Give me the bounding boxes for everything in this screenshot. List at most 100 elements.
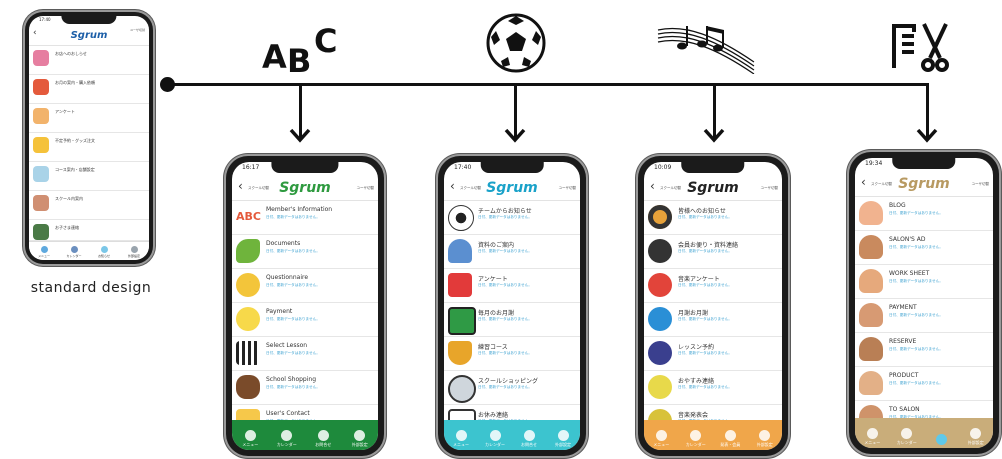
soccer-ball-icon xyxy=(448,205,474,231)
crocodile-icon xyxy=(236,239,260,263)
scissors-comb-icon xyxy=(892,23,949,72)
user-switch-label[interactable]: ユーザ切替 xyxy=(972,182,989,187)
status-time: 19:34 xyxy=(865,160,883,167)
player-icon xyxy=(448,239,472,263)
guitar-icon xyxy=(648,273,672,297)
tab-settings[interactable]: 外部設定 xyxy=(119,246,149,258)
list-item[interactable]: 月謝お月謝 日付、更新データはありません。 xyxy=(644,303,782,337)
list-item[interactable]: 皆様へのお知らせ 日付、更新データはありません。 xyxy=(644,201,782,235)
tab-menu[interactable]: メニュー xyxy=(644,430,679,448)
svg-text:C: C xyxy=(314,22,337,60)
user-switch-label[interactable]: ユーザ切替 xyxy=(357,186,374,191)
music-notes-icon xyxy=(657,26,755,74)
status-time: 17:40 xyxy=(454,164,472,171)
woman-blog-icon xyxy=(859,201,883,225)
whistle-icon xyxy=(448,375,476,403)
phone-abc: 16:17 ‹ スクール切替 Sgrum ユーザ切替 ABC Member's I… xyxy=(226,156,384,456)
chick-icon xyxy=(236,307,260,331)
list-item[interactable]: スクールショッピング 日付、更新データはありません。 xyxy=(444,371,580,405)
tab-recital[interactable]: 発表・会員 xyxy=(713,430,748,448)
abc-icon: A B C xyxy=(262,22,337,74)
tab-notice[interactable]: お知らせ xyxy=(89,246,119,258)
list-item[interactable]: レッスン予約 日付、更新データはありません。 xyxy=(644,337,782,371)
field-icon xyxy=(448,307,476,335)
school-icon xyxy=(33,195,49,211)
tab-center[interactable] xyxy=(924,434,959,446)
tab-settings[interactable]: 外部設定 xyxy=(959,428,994,446)
list-item[interactable]: 資料のご案内 日付、更新データはありません。 xyxy=(444,235,580,269)
list-item[interactable]: 会員お便り・資料連絡 日付、更新データはありません。 xyxy=(644,235,782,269)
bottom-tab-bar: メニュー カレンダー お問合せ 外部設定 xyxy=(232,420,378,450)
list-item[interactable]: スクール内案内 xyxy=(29,191,149,220)
phone-salon: 19:34 ‹ スクール切替 Sgrum ユーザ切替 BLOG 日付、更新データは… xyxy=(849,152,999,454)
trophy-icon xyxy=(448,341,472,365)
tab-calendar[interactable]: カレンダー xyxy=(679,430,714,448)
caption-standard-design: standard design xyxy=(30,280,152,296)
tab-menu[interactable]: メニュー xyxy=(855,428,890,446)
list-item[interactable]: お店へのおしらせ xyxy=(29,46,149,75)
list-item[interactable]: ABC Member's Information 日付、更新データはありません。 xyxy=(232,201,378,235)
list-item[interactable]: Payment 日付、更新データはありません。 xyxy=(232,303,378,337)
bottom-tab-bar: メニュー カレンダー お問合せ 外部設定 xyxy=(444,420,580,450)
tab-calendar[interactable]: カレンダー xyxy=(890,428,925,446)
tab-menu[interactable]: メニュー xyxy=(232,430,269,448)
list-item[interactable]: コース案内・店舗設定 xyxy=(29,162,149,191)
user-switch-label[interactable]: ユーザ切替 xyxy=(559,186,576,191)
list-item[interactable]: Select Lesson 日付、更新データはありません。 xyxy=(232,337,378,371)
soccer-ball-icon xyxy=(486,13,546,73)
list-item[interactable]: PAYMENT 日付、更新データはありません。 xyxy=(855,299,993,333)
list-item[interactable]: Documents 日付、更新データはありません。 xyxy=(232,235,378,269)
phone-standard: 17:40 ‹ Sgrum ユーザ切替 お店へのおしらせ お月の案内・購入依頼 … xyxy=(25,12,153,264)
tab-inquiry[interactable]: お問合せ xyxy=(305,430,342,448)
user-switch-label[interactable]: ユーザ切替 xyxy=(130,28,145,32)
contact-icon xyxy=(33,224,49,240)
svg-text:A: A xyxy=(262,38,287,74)
tab-menu[interactable]: メニュー xyxy=(444,430,478,448)
list-item[interactable]: 練習コース 日付、更新データはありません。 xyxy=(444,337,580,371)
arrowhead-1 xyxy=(289,128,311,143)
shopping-icon xyxy=(33,137,49,153)
bottom-tab-bar: メニュー カレンダー 外部設定 xyxy=(855,418,993,448)
status-time: 16:17 xyxy=(242,164,260,171)
list-item[interactable]: SALON'S AD 日付、更新データはありません。 xyxy=(855,231,993,265)
list-item[interactable]: アンケート xyxy=(29,104,149,133)
piano-icon xyxy=(648,239,672,263)
list-item[interactable]: WORK SHEET 日付、更新データはありません。 xyxy=(855,265,993,299)
woman-reserve-icon xyxy=(859,337,883,361)
drum-icon xyxy=(648,307,672,331)
phone-music: 10:09 ‹ スクール切替 Sgrum ユーザ切替 皆様へのお知らせ 日付、更新… xyxy=(638,156,788,456)
zebra-icon xyxy=(236,341,260,365)
woman-product-icon xyxy=(859,371,883,395)
woman-payment-icon xyxy=(859,303,883,327)
tab-inquiry[interactable]: お問合せ xyxy=(512,430,546,448)
document-icon xyxy=(33,79,49,95)
list-item[interactable]: チームからお知らせ 日付、更新データはありません。 xyxy=(444,201,580,235)
tab-calendar[interactable]: カレンダー xyxy=(59,246,89,258)
tab-calendar[interactable]: カレンダー xyxy=(269,430,306,448)
tab-menu[interactable]: メニュー xyxy=(29,246,59,258)
bee-icon xyxy=(236,273,260,297)
list-item[interactable]: School Shopping 日付、更新データはありません。 xyxy=(232,371,378,405)
phone-soccer: 17:40 ‹ スクール切替 Sgrum ユーザ切替 チームからお知らせ 日付、更… xyxy=(438,156,586,456)
list-item[interactable]: 毎月のお月謝 日付、更新データはありません。 xyxy=(444,303,580,337)
list-item[interactable]: Questionnaire 日付、更新データはありません。 xyxy=(232,269,378,303)
tab-settings[interactable]: 外部設定 xyxy=(342,430,379,448)
tab-calendar[interactable]: カレンダー xyxy=(478,430,512,448)
notice-icon xyxy=(33,50,49,66)
tab-settings[interactable]: 外部設定 xyxy=(546,430,580,448)
list-item[interactable]: RESERVE 日付、更新データはありません。 xyxy=(855,333,993,367)
list-item[interactable]: お月の案内・購入依頼 xyxy=(29,75,149,104)
course-icon xyxy=(33,166,49,182)
tab-settings[interactable]: 外部設定 xyxy=(748,430,783,448)
list-item[interactable]: おやすみ連絡 日付、更新データはありません。 xyxy=(644,371,782,405)
list-item[interactable]: PRODUCT 日付、更新データはありません。 xyxy=(855,367,993,401)
bottom-tab-bar: メニュー カレンダー 発表・会員 外部設定 xyxy=(644,420,782,450)
list-item[interactable]: アンケート 日付、更新データはありません。 xyxy=(444,269,580,303)
speaker-icon xyxy=(648,205,672,229)
list-item[interactable]: BLOG 日付、更新データはありません。 xyxy=(855,197,993,231)
status-time: 17:40 xyxy=(39,17,51,22)
list-item[interactable]: 音楽アンケート 日付、更新データはありません。 xyxy=(644,269,782,303)
list-item[interactable]: お子さま連絡 xyxy=(29,220,149,241)
list-item[interactable]: 不定予約・グッズ注文 xyxy=(29,133,149,162)
user-switch-label[interactable]: ユーザ切替 xyxy=(761,186,778,191)
